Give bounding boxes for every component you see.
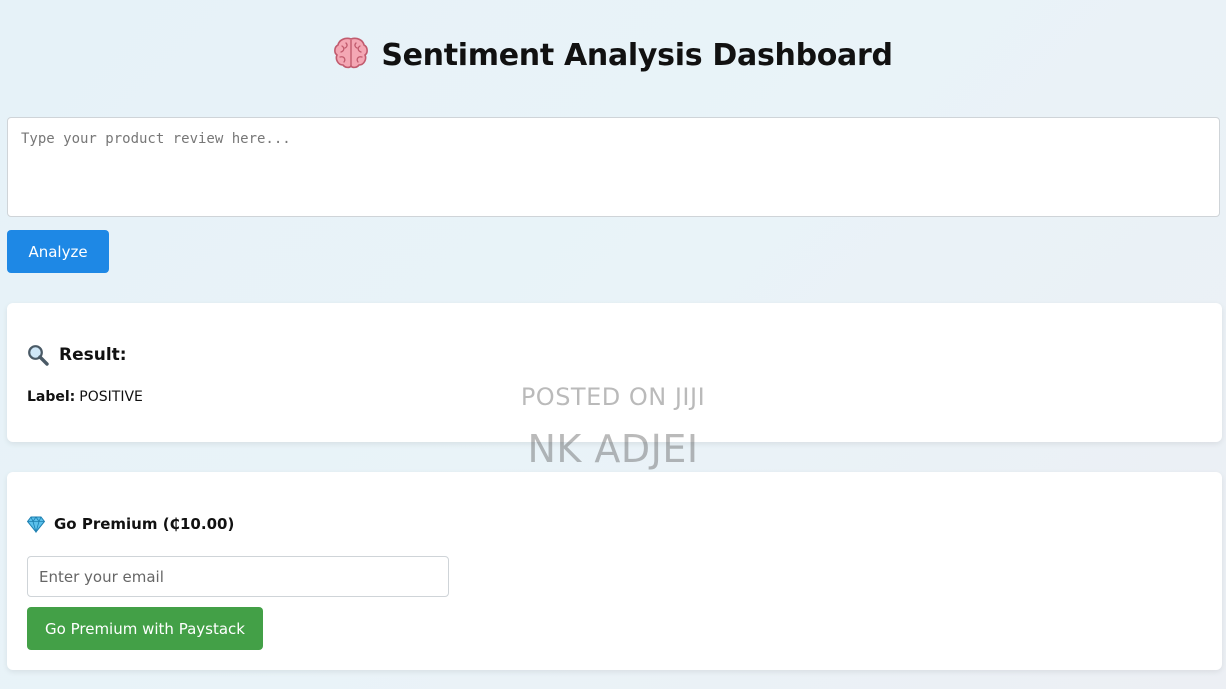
- page-title: Sentiment Analysis Dashboard: [0, 34, 1226, 78]
- result-label-line: Label: POSITIVE: [27, 388, 143, 406]
- gem-icon: [27, 516, 45, 533]
- email-field[interactable]: [27, 556, 449, 597]
- page-title-text: Sentiment Analysis Dashboard: [381, 38, 893, 73]
- magnifier-icon: [28, 345, 49, 366]
- premium-heading: Go Premium (₵10.00): [27, 514, 234, 534]
- analyze-button[interactable]: Analyze: [7, 230, 109, 273]
- label-key: Label:: [27, 389, 76, 405]
- result-heading-text: Result:: [59, 345, 127, 365]
- brain-icon: [334, 37, 369, 69]
- label-value: POSITIVE: [79, 389, 143, 405]
- premium-card: Go Premium (₵10.00) Go Premium with Pays…: [7, 472, 1222, 670]
- result-card: Result: Label: POSITIVE: [7, 303, 1222, 442]
- premium-heading-text: Go Premium (₵10.00): [54, 515, 235, 533]
- result-heading: Result:: [27, 344, 127, 366]
- review-textarea[interactable]: [7, 117, 1220, 217]
- go-premium-button[interactable]: Go Premium with Paystack: [27, 607, 263, 650]
